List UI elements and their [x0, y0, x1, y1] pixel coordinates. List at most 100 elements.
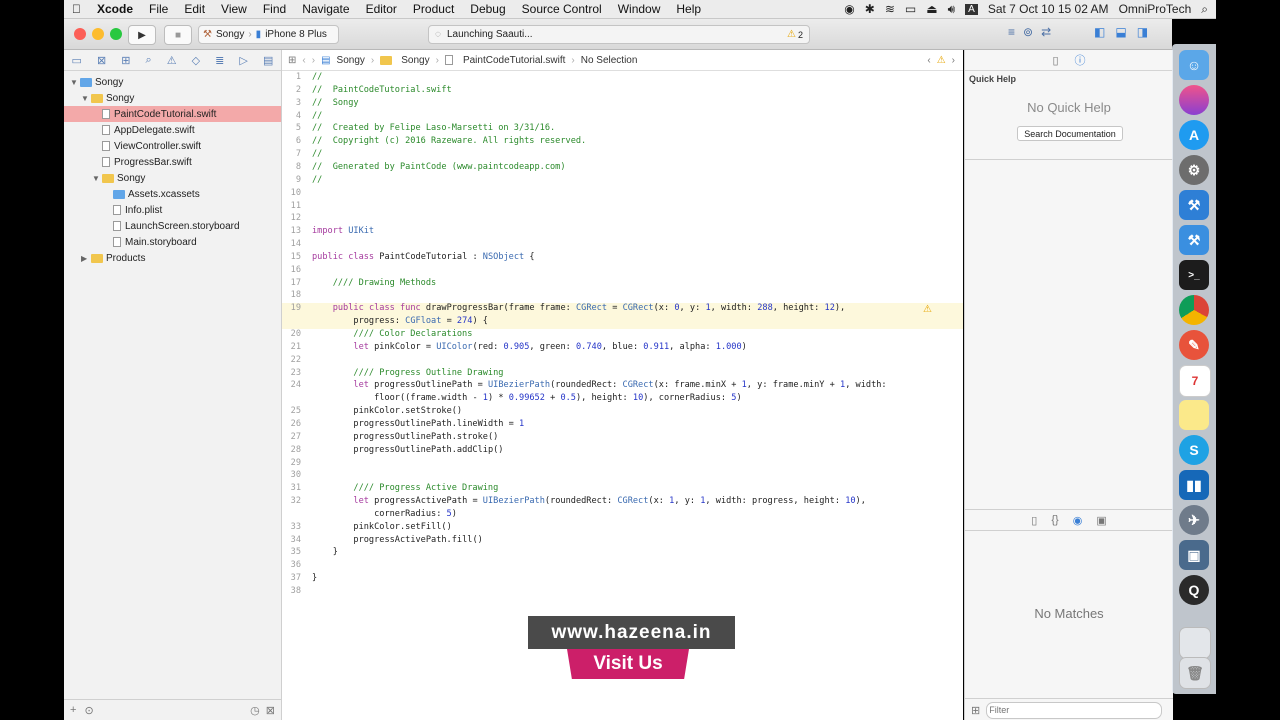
- quick-help-icon[interactable]: ⓘ: [1075, 52, 1086, 68]
- close-window-button[interactable]: [74, 28, 86, 40]
- code-line[interactable]: 25 pinkColor.setStroke(): [282, 406, 963, 419]
- wifi-icon[interactable]: ≋: [885, 2, 895, 16]
- code-line[interactable]: 15 public class PaintCodeTutorial : NSObj…: [282, 252, 963, 265]
- code-line[interactable]: 37}: [282, 573, 963, 586]
- forward-icon[interactable]: ›: [312, 55, 315, 66]
- navigator-item[interactable]: LaunchScreen.storyboard: [64, 218, 281, 234]
- menu-source-control[interactable]: Source Control: [514, 2, 610, 16]
- code-line[interactable]: 5 // Created by Felipe Laso-Marsetti on 3…: [282, 123, 963, 136]
- add-icon[interactable]: +: [70, 704, 76, 716]
- navigator-item[interactable]: ViewController.swift: [64, 138, 281, 154]
- airplay-icon[interactable]: ▭: [905, 2, 916, 16]
- code-line[interactable]: 12: [282, 213, 963, 226]
- navigator-item[interactable]: AppDelegate.swift: [64, 122, 281, 138]
- code-line[interactable]: 34 progressActivePath.fill(): [282, 535, 963, 548]
- banner-url[interactable]: www.hazeena.in: [528, 616, 735, 649]
- code-line[interactable]: 13 import UIKit: [282, 226, 963, 239]
- zoom-window-button[interactable]: [110, 28, 122, 40]
- file-inspector-icon[interactable]: ▯: [1052, 54, 1058, 67]
- bluetooth-icon[interactable]: ✱: [865, 2, 875, 16]
- app-store-icon[interactable]: A: [1179, 120, 1209, 150]
- code-line[interactable]: cornerRadius: 5): [282, 509, 963, 522]
- code-line[interactable]: 24 let progressOutlinePath = UIBezierPat…: [282, 380, 963, 393]
- code-line[interactable]: 11: [282, 201, 963, 214]
- clock-filter-icon[interactable]: ◷: [250, 704, 260, 717]
- menu-editor[interactable]: Editor: [358, 2, 405, 16]
- terminal-icon[interactable]: >_: [1179, 260, 1209, 290]
- navigator-item[interactable]: Info.plist: [64, 202, 281, 218]
- test-tab-icon[interactable]: ◇: [192, 54, 200, 67]
- xcode-icon[interactable]: ⚒: [1179, 190, 1209, 220]
- navigator-item[interactable]: ▼ Songy: [64, 170, 281, 186]
- search-documentation-button[interactable]: Search Documentation: [1017, 126, 1123, 141]
- version-editor-icon[interactable]: ⇄: [1041, 25, 1051, 39]
- code-line[interactable]: 19 public class func drawProgressBar(fra…: [282, 303, 963, 317]
- navigator-item[interactable]: ProgressBar.swift: [64, 154, 281, 170]
- code-line[interactable]: 18: [282, 290, 963, 303]
- debug-area-toggle-icon[interactable]: ⬓: [1115, 25, 1126, 39]
- utilities-toggle-icon[interactable]: ◨: [1137, 25, 1148, 39]
- preview-icon[interactable]: ▣: [1179, 540, 1209, 570]
- breakpoint-tab-icon[interactable]: ▷: [239, 54, 247, 67]
- back-icon[interactable]: ‹: [302, 55, 305, 66]
- code-line[interactable]: 7 //: [282, 149, 963, 162]
- code-line[interactable]: 29: [282, 458, 963, 471]
- code-line[interactable]: 27 progressOutlinePath.stroke(): [282, 432, 963, 445]
- input-source-icon[interactable]: A: [965, 3, 978, 15]
- launchpad-icon[interactable]: ✈: [1179, 505, 1209, 535]
- disclosure-triangle-icon[interactable]: ▼: [70, 78, 80, 87]
- code-line[interactable]: 2 // PaintCodeTutorial.swift: [282, 85, 963, 98]
- menubar-clock[interactable]: Sat 7 Oct 10 15 02 AM: [988, 2, 1109, 16]
- code-line[interactable]: 17 //// Drawing Methods: [282, 278, 963, 291]
- navigator-toggle-icon[interactable]: ◧: [1094, 25, 1105, 39]
- calendar-icon[interactable]: 7: [1179, 365, 1211, 397]
- assistant-editor-icon[interactable]: ⊚: [1023, 25, 1033, 39]
- scm-filter-icon[interactable]: ⊠: [266, 704, 275, 717]
- code-line[interactable]: 8 // Generated by PaintCode (www.paintcod…: [282, 162, 963, 175]
- stop-button[interactable]: ■: [164, 25, 192, 45]
- finder-icon[interactable]: ☺: [1179, 50, 1209, 80]
- object-library-icon[interactable]: ◉: [1073, 514, 1083, 527]
- code-line[interactable]: progress: CGFloat = 274) {: [282, 316, 963, 330]
- debug-tab-icon[interactable]: ≣: [215, 54, 224, 67]
- volume-icon[interactable]: 🔊︎: [948, 2, 956, 17]
- related-items-icon[interactable]: ⊞: [288, 55, 296, 66]
- downloads-stack-icon[interactable]: [1179, 627, 1211, 659]
- jump-crumb-group[interactable]: Songy: [401, 55, 429, 66]
- trash-icon[interactable]: 🗑︎: [1179, 657, 1211, 689]
- menu-window[interactable]: Window: [610, 2, 669, 16]
- code-line[interactable]: 28 progressOutlinePath.addClip(): [282, 445, 963, 458]
- scheme-selector[interactable]: ⚒ Songy › ▮ iPhone 8 Plus: [198, 25, 339, 44]
- menu-help[interactable]: Help: [668, 2, 709, 16]
- menu-file[interactable]: File: [141, 2, 176, 16]
- code-line[interactable]: 23 //// Progress Outline Drawing: [282, 368, 963, 381]
- issue-tab-icon[interactable]: ⚠: [167, 54, 177, 67]
- menu-product[interactable]: Product: [405, 2, 462, 16]
- visit-us-button[interactable]: Visit Us: [567, 649, 689, 679]
- trello-icon[interactable]: ▮▮: [1179, 470, 1209, 500]
- navigator-item[interactable]: PaintCodeTutorial.swift: [64, 106, 281, 122]
- folder-tab-icon[interactable]: ▭: [72, 54, 82, 67]
- jump-crumb-project[interactable]: Songy: [337, 55, 365, 66]
- menu-edit[interactable]: Edit: [176, 2, 213, 16]
- notes-icon[interactable]: [1179, 400, 1209, 430]
- jump-crumb-file[interactable]: PaintCodeTutorial.swift: [463, 55, 565, 66]
- code-line[interactable]: 33 pinkColor.setFill(): [282, 522, 963, 535]
- disclosure-triangle-icon[interactable]: ▼: [81, 94, 91, 103]
- code-line[interactable]: 35 }: [282, 547, 963, 560]
- report-tab-icon[interactable]: ▤: [263, 54, 273, 67]
- code-line[interactable]: 32 let progressActivePath = UIBezierPath…: [282, 496, 963, 509]
- source-control-tab-icon[interactable]: ⊠: [97, 54, 106, 67]
- code-line[interactable]: 38: [282, 586, 963, 599]
- siri-icon[interactable]: [1179, 85, 1209, 115]
- paintcode-icon[interactable]: ✎: [1179, 330, 1209, 360]
- record-icon[interactable]: ◉: [844, 2, 854, 16]
- code-line[interactable]: 36: [282, 560, 963, 573]
- code-snippet-icon[interactable]: {}: [1051, 514, 1058, 526]
- run-button[interactable]: ▶: [128, 25, 156, 45]
- standard-editor-icon[interactable]: ≡: [1008, 25, 1015, 39]
- menu-navigate[interactable]: Navigate: [294, 2, 357, 16]
- warning-gutter-icon[interactable]: ⚠: [923, 304, 932, 315]
- code-line[interactable]: 9 //: [282, 175, 963, 188]
- find-tab-icon[interactable]: ⌕: [146, 54, 152, 67]
